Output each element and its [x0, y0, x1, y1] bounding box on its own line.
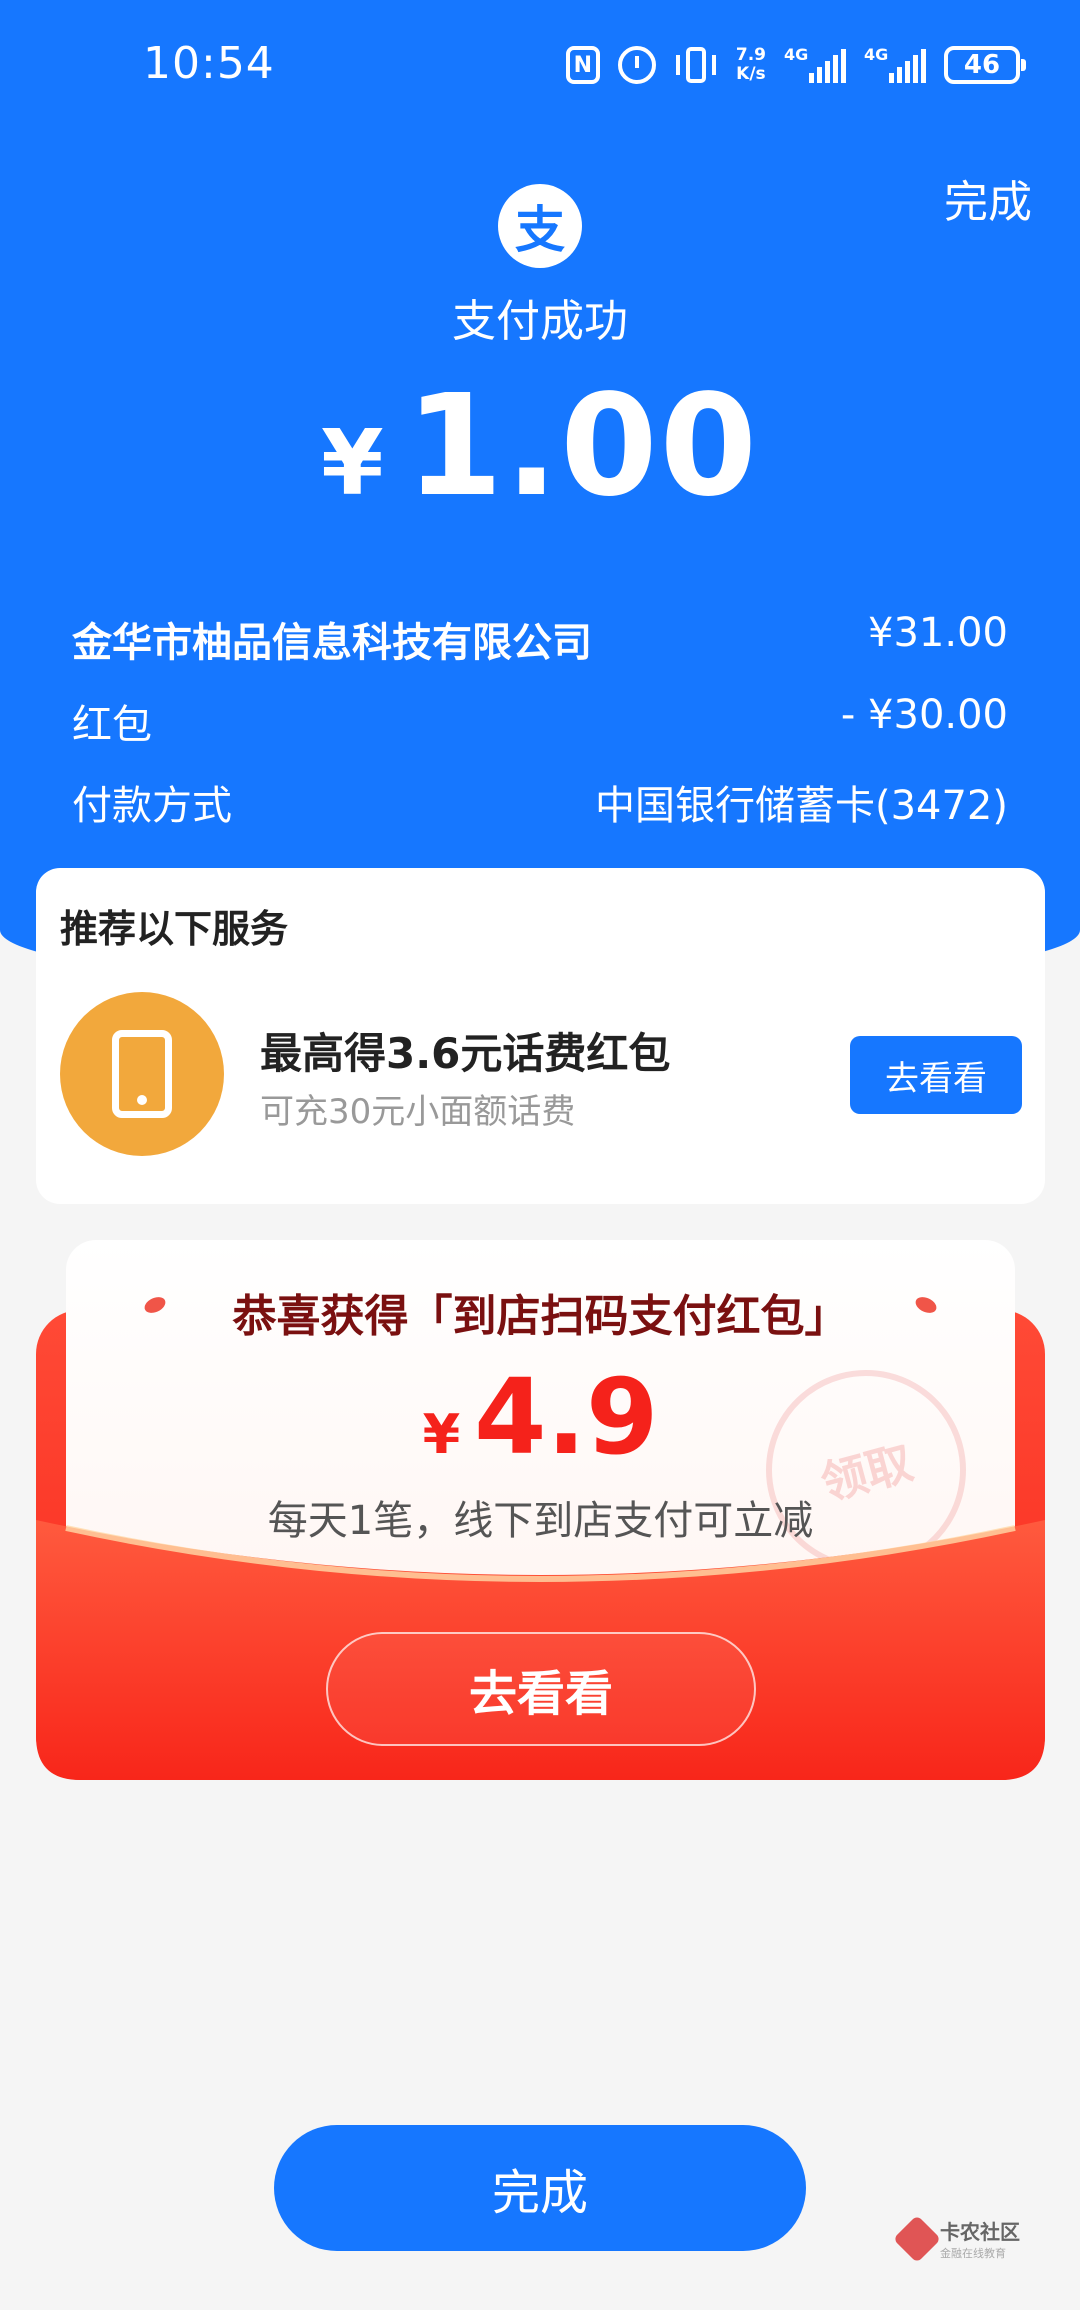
- detail-row-red-packet: 红包 - ¥30.00: [72, 692, 1008, 750]
- recommend-title: 推荐以下服务: [60, 907, 289, 951]
- red-packet-go-button[interactable]: 去看看: [326, 1632, 756, 1746]
- status-bar: 10:54 N 7.9 K/s 4G 4G 46: [0, 0, 1080, 130]
- done-button-bottom[interactable]: 完成: [274, 2125, 806, 2251]
- network-speed: 7.9 K/s: [736, 46, 766, 84]
- payment-success-page: 10:54 N 7.9 K/s 4G 4G 46 完成 支 支付成功 ¥ 1.0…: [0, 0, 1080, 2310]
- recommend-main-text: 最高得3.6元话费红包: [260, 1029, 671, 1078]
- recommend-sub-text: 可充30元小面额话费: [260, 1092, 576, 1132]
- watermark: 卡农社区 金融在线教育: [892, 2214, 1020, 2263]
- payment-method-label: 付款方式: [72, 783, 232, 829]
- network-speed-value: 7.9: [735, 45, 766, 65]
- phone-recharge-icon: [60, 992, 224, 1156]
- currency-symbol: ¥: [320, 411, 384, 516]
- detail-row-merchant: 金华市柚品信息科技有限公司 ¥31.00: [72, 610, 1008, 668]
- payment-status-title: 支付成功: [452, 296, 628, 347]
- order-amount: ¥31.00: [868, 610, 1008, 656]
- red-packet-title: 恭喜获得「到店扫码支付红包」: [232, 1291, 849, 1342]
- red-packet-amount: ¥ 4.9: [66, 1356, 1015, 1478]
- detail-row-payment-method: 付款方式 中国银行储蓄卡(3472): [72, 773, 1008, 831]
- battery-icon: 46: [944, 46, 1026, 84]
- network-type-label: 4G: [864, 45, 889, 64]
- red-packet-label: 红包: [72, 702, 152, 748]
- phone-icon: [112, 1030, 172, 1118]
- status-icons: N 7.9 K/s 4G 4G 46: [565, 40, 1026, 90]
- red-packet-currency: ¥: [422, 1403, 461, 1466]
- network-type-label: 4G: [784, 45, 809, 64]
- signal-icon: 4G: [784, 45, 846, 85]
- red-packet-value: 4.9: [474, 1356, 659, 1478]
- done-button-top[interactable]: 完成: [944, 166, 1032, 230]
- watermark-sub: 金融在线教育: [940, 2247, 1006, 2260]
- watermark-main: 卡农社区: [940, 2220, 1020, 2244]
- red-packet-discount: - ¥30.00: [840, 692, 1008, 738]
- recommend-card: 推荐以下服务 最高得3.6元话费红包 可充30元小面额话费 去看看: [36, 868, 1045, 1204]
- network-speed-unit: K/s: [736, 64, 766, 84]
- payment-method-value: 中国银行储蓄卡(3472): [594, 783, 1008, 829]
- recommend-go-button[interactable]: 去看看: [850, 1036, 1022, 1114]
- merchant-name: 金华市柚品信息科技有限公司: [72, 620, 592, 666]
- red-packet-card: 领取 恭喜获得「到店扫码支付红包」 ¥ 4.9 每天1笔，线下到店支付可立减 去…: [36, 1240, 1045, 1780]
- watermark-text: 卡农社区 金融在线教育: [940, 2216, 1020, 2261]
- status-time: 10:54: [143, 38, 275, 89]
- amount-value: 1.00: [405, 365, 760, 528]
- vibrate-icon: [674, 45, 718, 85]
- alarm-icon: [617, 46, 656, 84]
- kanong-logo-icon: [892, 2214, 942, 2263]
- signal-icon: 4G: [864, 45, 926, 85]
- alipay-logo-icon: 支: [498, 184, 582, 268]
- nfc-icon: N: [565, 46, 600, 84]
- payment-amount: ¥ 1.00: [0, 365, 1080, 528]
